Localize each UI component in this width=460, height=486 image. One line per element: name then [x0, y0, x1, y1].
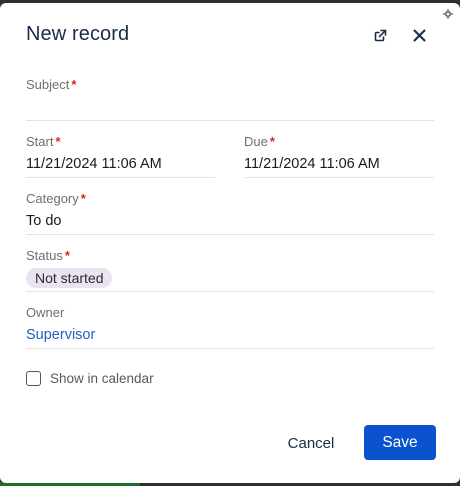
category-field[interactable]: Category * To do	[26, 191, 434, 235]
required-marker: *	[64, 248, 70, 263]
dialog-title: New record	[26, 23, 130, 45]
open-in-new-icon[interactable]	[370, 25, 390, 45]
due-datetime-input[interactable]: 11/21/2024 11:06 AM	[244, 154, 434, 174]
new-record-dialog: New record Subject * Start * 11/21/2024 11…	[0, 3, 460, 483]
due-underline	[244, 177, 434, 178]
start-underline	[26, 177, 215, 178]
owner-link[interactable]: Supervisor	[26, 325, 434, 345]
category-select[interactable]: To do	[26, 211, 434, 231]
show-in-calendar-label: Show in calendar	[50, 371, 154, 386]
required-marker: *	[71, 77, 77, 92]
start-field[interactable]: Start * 11/21/2024 11:06 AM	[26, 134, 215, 178]
start-label: Start *	[26, 134, 61, 149]
save-button[interactable]: Save	[364, 425, 436, 460]
show-in-calendar-option[interactable]: Show in calendar	[26, 371, 154, 386]
status-underline	[26, 291, 434, 292]
required-marker: *	[55, 134, 61, 149]
status-label: Status *	[26, 248, 70, 263]
category-underline	[26, 234, 434, 235]
subject-underline	[26, 120, 434, 121]
due-field[interactable]: Due * 11/21/2024 11:06 AM	[244, 134, 434, 178]
gear-icon[interactable]	[443, 9, 453, 19]
subject-label: Subject *	[26, 77, 77, 92]
owner-underline	[26, 348, 434, 349]
subject-input[interactable]	[26, 97, 434, 117]
required-marker: *	[80, 191, 86, 206]
show-in-calendar-checkbox[interactable]	[26, 371, 41, 386]
start-datetime-input[interactable]: 11/21/2024 11:06 AM	[26, 154, 215, 174]
category-label: Category *	[26, 191, 86, 206]
status-badge[interactable]: Not started	[26, 268, 113, 288]
due-label: Due *	[244, 134, 275, 149]
close-icon[interactable]	[409, 25, 429, 45]
cancel-button[interactable]: Cancel	[276, 426, 346, 460]
required-marker: *	[269, 134, 275, 149]
status-field[interactable]: Status * Not started	[26, 248, 434, 292]
owner-label: Owner	[26, 305, 65, 320]
owner-field[interactable]: Owner Supervisor	[26, 305, 434, 349]
subject-field[interactable]: Subject *	[26, 77, 434, 121]
